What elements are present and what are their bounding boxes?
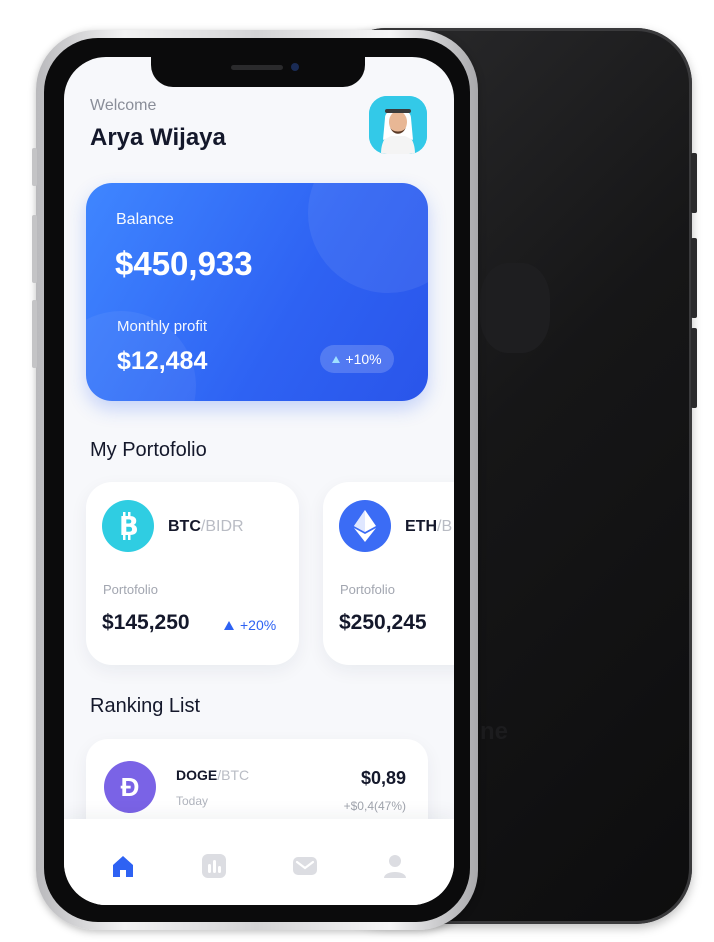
balance-card[interactable]: Balance $450,933 Monthly profit $12,484 … <box>86 183 428 401</box>
portfolio-value: $145,250 <box>102 611 190 634</box>
balance-value: $450,933 <box>115 245 253 282</box>
nav-profile-button[interactable] <box>382 853 408 879</box>
portfolio-label: Portofolio <box>103 582 158 597</box>
mail-icon <box>293 857 317 875</box>
balance-label: Balance <box>116 211 174 228</box>
profit-change-text: +10% <box>345 351 382 367</box>
profile-icon <box>384 855 406 878</box>
nav-home-button[interactable] <box>110 853 136 879</box>
portfolio-change: +20% <box>224 617 276 633</box>
coin-base: BTC <box>168 518 201 535</box>
coin-base: DOGE <box>176 767 218 783</box>
chart-icon <box>202 854 226 878</box>
ranking-change: +$0,4(47%) <box>343 799 406 813</box>
phone-notch <box>151 57 365 87</box>
side-button <box>691 328 697 408</box>
coin-pair: BTC/BIDR <box>168 518 244 536</box>
coin-quote: /B <box>437 518 453 535</box>
ranking-period: Today <box>176 794 209 808</box>
coin-pair: ETH/B <box>405 518 452 536</box>
ranking-section-title: Ranking List <box>90 695 201 717</box>
profit-change-badge: +10% <box>320 345 394 373</box>
monthly-profit-value: $12,484 <box>117 347 208 375</box>
triangle-up-icon <box>224 620 234 630</box>
avatar-illustration-icon <box>369 96 427 154</box>
mute-switch <box>32 148 37 186</box>
back-phone-text: ne <box>480 718 509 745</box>
bottom-navigation <box>64 819 454 905</box>
user-name: Arya Wijaya <box>90 124 226 151</box>
volume-up-button <box>32 215 37 283</box>
speaker-grille <box>231 65 283 70</box>
app-screen: Welcome Arya Wijaya Balance $450,933 Mon… <box>64 57 454 905</box>
coin-pair: DOGE/BTC <box>176 767 249 783</box>
side-button <box>691 238 697 318</box>
decorative-circle <box>308 183 428 293</box>
monthly-profit-label: Monthly profit <box>117 318 208 335</box>
ethereum-icon <box>339 500 391 552</box>
apple-logo-icon <box>480 263 550 353</box>
avatar[interactable] <box>369 96 427 154</box>
dogecoin-icon: Đ <box>104 761 156 813</box>
welcome-text: Welcome <box>90 97 157 114</box>
front-camera <box>291 63 299 71</box>
coin-quote: /BTC <box>217 767 250 783</box>
coin-quote: /BIDR <box>200 518 244 535</box>
side-button <box>691 153 697 213</box>
ethereum-glyph-icon <box>354 510 376 542</box>
volume-down-button <box>32 300 37 368</box>
portfolio-card-btc[interactable]: B BTC/BIDR Portofolio $145,250 +20% <box>86 482 299 665</box>
portfolio-section-title: My Portofolio <box>90 439 207 461</box>
home-icon <box>113 856 133 877</box>
portfolio-label: Portofolio <box>340 582 395 597</box>
coin-base: ETH <box>405 518 437 535</box>
portfolio-value: $250,245 <box>339 611 427 634</box>
nav-mail-button[interactable] <box>292 853 318 879</box>
bitcoin-icon: B <box>102 500 154 552</box>
portfolio-card-eth[interactable]: ETH/B Portofolio $250,245 <box>323 482 454 665</box>
bitcoin-glyph-icon: B <box>119 512 139 541</box>
nav-stats-button[interactable] <box>201 853 227 879</box>
ranking-price: $0,89 <box>360 768 406 788</box>
portfolio-change-text: +20% <box>240 617 277 633</box>
triangle-up-icon <box>332 355 341 363</box>
